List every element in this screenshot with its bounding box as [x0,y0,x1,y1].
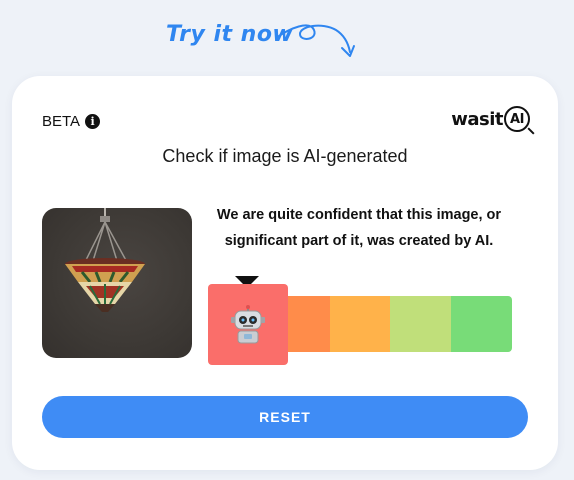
info-icon[interactable]: i [85,114,101,129]
detector-card: BETA i was it AI Check if image is AI-gen… [12,76,558,470]
meter-segment [451,296,512,352]
wasitai-logo[interactable]: was it AI [451,106,530,132]
beta-badge: BETA i [42,113,101,130]
logo-ai: AI [510,111,524,127]
beta-label: BETA [42,113,81,130]
curly-arrow-icon [275,24,355,57]
try-it-now-banner: Try it now [160,18,380,68]
uploaded-image-thumbnail [42,208,192,358]
logo-it: it [489,108,503,130]
logo-was: was [451,108,490,130]
page-title: Check if image is AI-generated [162,146,408,166]
meter-selected-segment [208,284,288,365]
meter-segment [390,296,452,352]
meter-segment [329,296,391,352]
reset-button[interactable]: RESET [42,396,528,438]
magnifier-icon: AI [504,106,530,132]
robot-icon [231,304,265,343]
pendant-lamp-image [65,208,145,312]
verdict-text: We are quite confident that this image, … [216,207,502,249]
